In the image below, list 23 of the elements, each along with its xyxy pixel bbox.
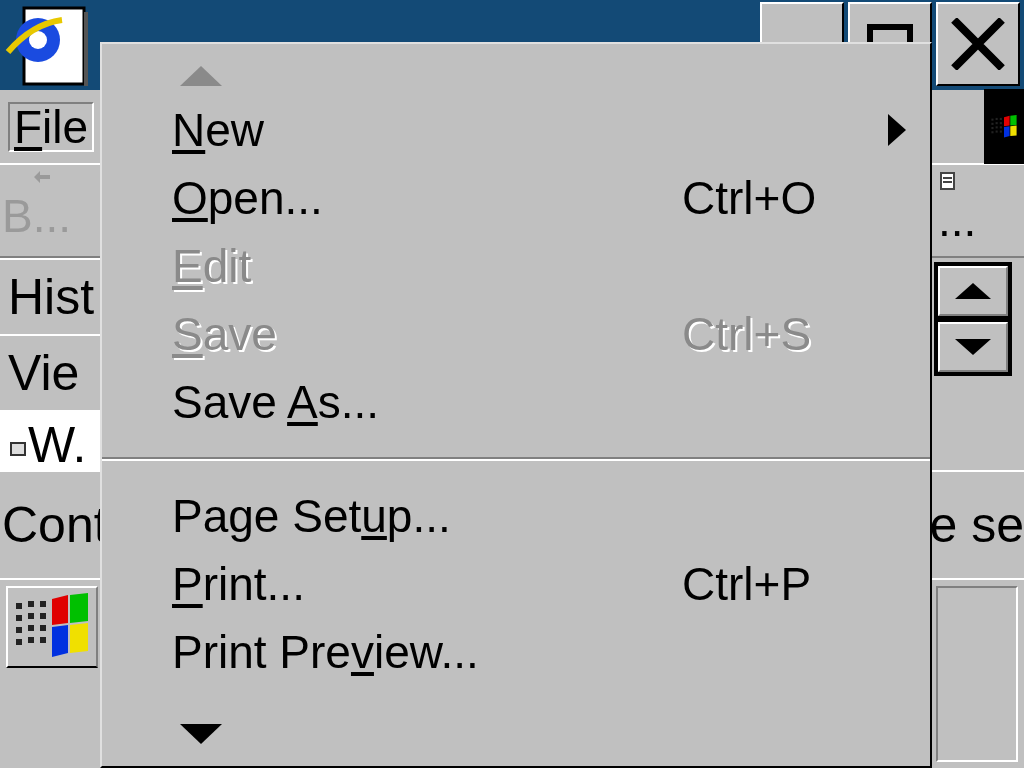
- page-icon: [10, 442, 26, 456]
- menu-item[interactable]: Open... Ctrl+O: [102, 164, 930, 232]
- menu-item[interactable]: Print... Ctrl+P: [102, 550, 930, 618]
- menu-item[interactable]: Page Setup...: [102, 482, 930, 550]
- scroll-up-button[interactable]: [938, 266, 1008, 316]
- toolbar-label: ...: [938, 197, 977, 243]
- back-arrow-icon: [34, 171, 50, 183]
- document-icon: [938, 171, 958, 191]
- close-icon: [950, 18, 1006, 70]
- menu-item[interactable]: Save As...: [102, 368, 930, 436]
- address-field[interactable]: W.: [0, 410, 100, 470]
- scroll-down-button[interactable]: [938, 322, 1008, 372]
- menu-item[interactable]: New: [102, 96, 930, 164]
- close-button[interactable]: [936, 2, 1020, 86]
- status-text: e se: [928, 500, 1024, 550]
- menu-item[interactable]: Print Preview...: [102, 618, 930, 686]
- down-arrow-icon: [955, 339, 991, 355]
- maximize-icon: [867, 24, 913, 42]
- windows-logo-icon: [990, 113, 1018, 140]
- scroll-down-arrow-icon[interactable]: [180, 724, 222, 746]
- up-arrow-icon: [955, 283, 991, 299]
- menu-item[interactable]: File: [8, 101, 95, 152]
- start-button[interactable]: [6, 586, 98, 668]
